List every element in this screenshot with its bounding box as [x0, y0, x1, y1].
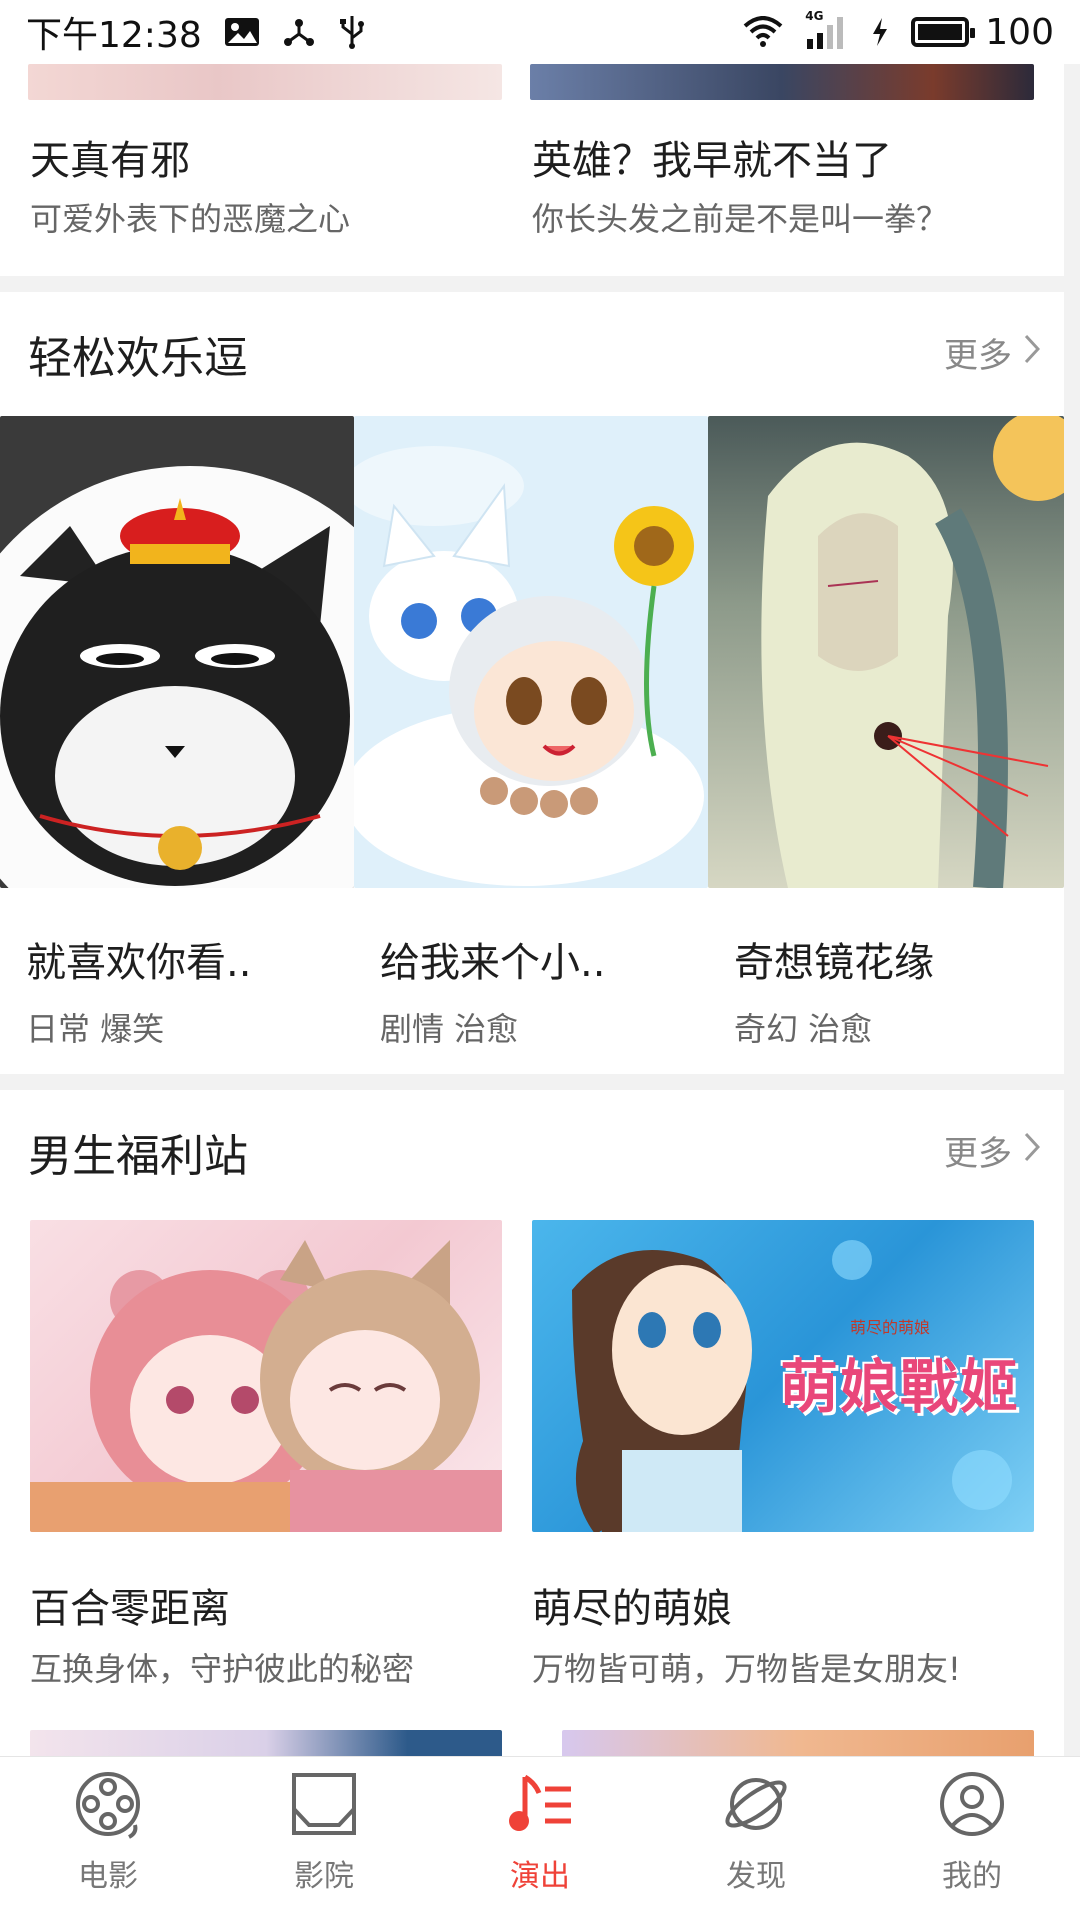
section-title: 男生福利站	[28, 1131, 248, 1182]
nav-cinema[interactable]: 影院	[216, 1757, 432, 1921]
battery-icon	[911, 17, 976, 47]
cinema-screen-icon	[289, 1769, 359, 1843]
boys-card-2-cover[interactable]: 萌尽的萌娘 萌娘戰姬	[532, 1220, 1034, 1532]
more-label: 更多	[944, 336, 1012, 376]
comic-card-2-subtitle: 你长头发之前是不是叫一拳？	[532, 200, 949, 238]
boys-section: 男生福利站 更多 萌尽的萌娘 萌娘戰姬 百合零距离 互换身体，守护彼此的秘密 萌…	[0, 1090, 1064, 1756]
status-time: 下午12:38	[26, 15, 202, 56]
poster-subtitle-text: 萌尽的萌娘	[850, 1318, 931, 1337]
network-type-label: 4G	[805, 9, 824, 23]
funny-card-3-title[interactable]: 奇想镜花缘	[734, 930, 934, 988]
more-label: 更多	[944, 1134, 1012, 1174]
funny-card-3-cover[interactable]	[708, 416, 1064, 888]
top-comic-section: 天真有邪 可爱外表下的恶魔之心 英雄？我早就不当了 你长头发之前是不是叫一拳？	[0, 64, 1064, 276]
nav-mine[interactable]: 我的	[864, 1757, 1080, 1921]
comic-card-1-subtitle: 可爱外表下的恶魔之心	[30, 200, 351, 238]
boys-card-3-cover[interactable]	[30, 1730, 502, 1756]
funny-card-2-title[interactable]: 给我来个小..	[380, 930, 605, 988]
more-link[interactable]: 更多	[944, 328, 1041, 377]
chevron-right-icon	[1024, 1131, 1041, 1171]
usb-icon	[338, 14, 366, 50]
comic-card-2-title[interactable]: 英雄？我早就不当了	[532, 128, 892, 186]
funny-card-1-title[interactable]: 就喜欢你看..	[26, 930, 251, 988]
comic-card-2-cover[interactable]	[530, 64, 1034, 100]
poster-logo-text: 萌娘戰姬	[780, 1353, 1021, 1421]
charging-icon	[871, 17, 889, 47]
nav-label: 发现	[726, 1859, 786, 1894]
nav-show[interactable]: 演出	[432, 1757, 648, 1921]
status-bar: 下午12:38 4G 100	[0, 0, 1080, 64]
nav-label: 电影	[78, 1859, 138, 1894]
image-notification-icon	[224, 17, 260, 47]
comic-card-1-title[interactable]: 天真有邪	[30, 128, 190, 186]
user-icon	[937, 1769, 1007, 1843]
funny-section: 轻松欢乐逗 更多 就喜欢你看.. 日常 爆笑 给我来个小.. 剧情 治愈 奇想镜…	[0, 292, 1064, 1074]
nav-label: 演出	[510, 1859, 570, 1894]
boys-card-2-subtitle: 万物皆可萌，万物皆是女朋友!	[532, 1650, 961, 1688]
planet-icon	[721, 1769, 791, 1843]
signal-4g-icon: 4G	[805, 9, 849, 49]
film-reel-icon	[73, 1769, 143, 1843]
battery-level: 100	[985, 11, 1054, 53]
section-title: 轻松欢乐逗	[28, 333, 248, 384]
boys-card-1-title[interactable]: 百合零距离	[30, 1576, 230, 1634]
comic-card-1-cover[interactable]	[28, 64, 502, 100]
battery-indicator: 100	[911, 12, 1054, 53]
wifi-icon	[743, 16, 783, 48]
nav-discover[interactable]: 发现	[648, 1757, 864, 1921]
nav-label: 影院	[294, 1859, 354, 1894]
funny-card-2-cover[interactable]	[354, 416, 708, 888]
funny-card-2-tags: 剧情 治愈	[380, 1010, 519, 1048]
funny-card-1-cover[interactable]	[0, 416, 354, 888]
boys-card-2-title[interactable]: 萌尽的萌娘	[532, 1576, 732, 1634]
nav-label: 我的	[942, 1859, 1002, 1894]
funny-card-1-tags: 日常 爆笑	[26, 1010, 165, 1048]
music-note-icon	[505, 1769, 575, 1843]
nav-movie[interactable]: 电影	[0, 1757, 216, 1921]
boys-card-1-cover[interactable]	[30, 1220, 502, 1532]
funny-card-3-tags: 奇幻 治愈	[734, 1010, 873, 1048]
boys-card-1-subtitle: 互换身体，守护彼此的秘密	[30, 1650, 415, 1688]
chevron-right-icon	[1024, 333, 1041, 373]
more-link[interactable]: 更多	[944, 1126, 1041, 1175]
boys-card-4-cover[interactable]	[562, 1730, 1034, 1756]
share-network-icon	[282, 15, 316, 49]
bottom-nav: 电影 影院 演出 发现 我的	[0, 1756, 1080, 1921]
content-scroll[interactable]: 天真有邪 可爱外表下的恶魔之心 英雄？我早就不当了 你长头发之前是不是叫一拳？ …	[0, 64, 1080, 1756]
